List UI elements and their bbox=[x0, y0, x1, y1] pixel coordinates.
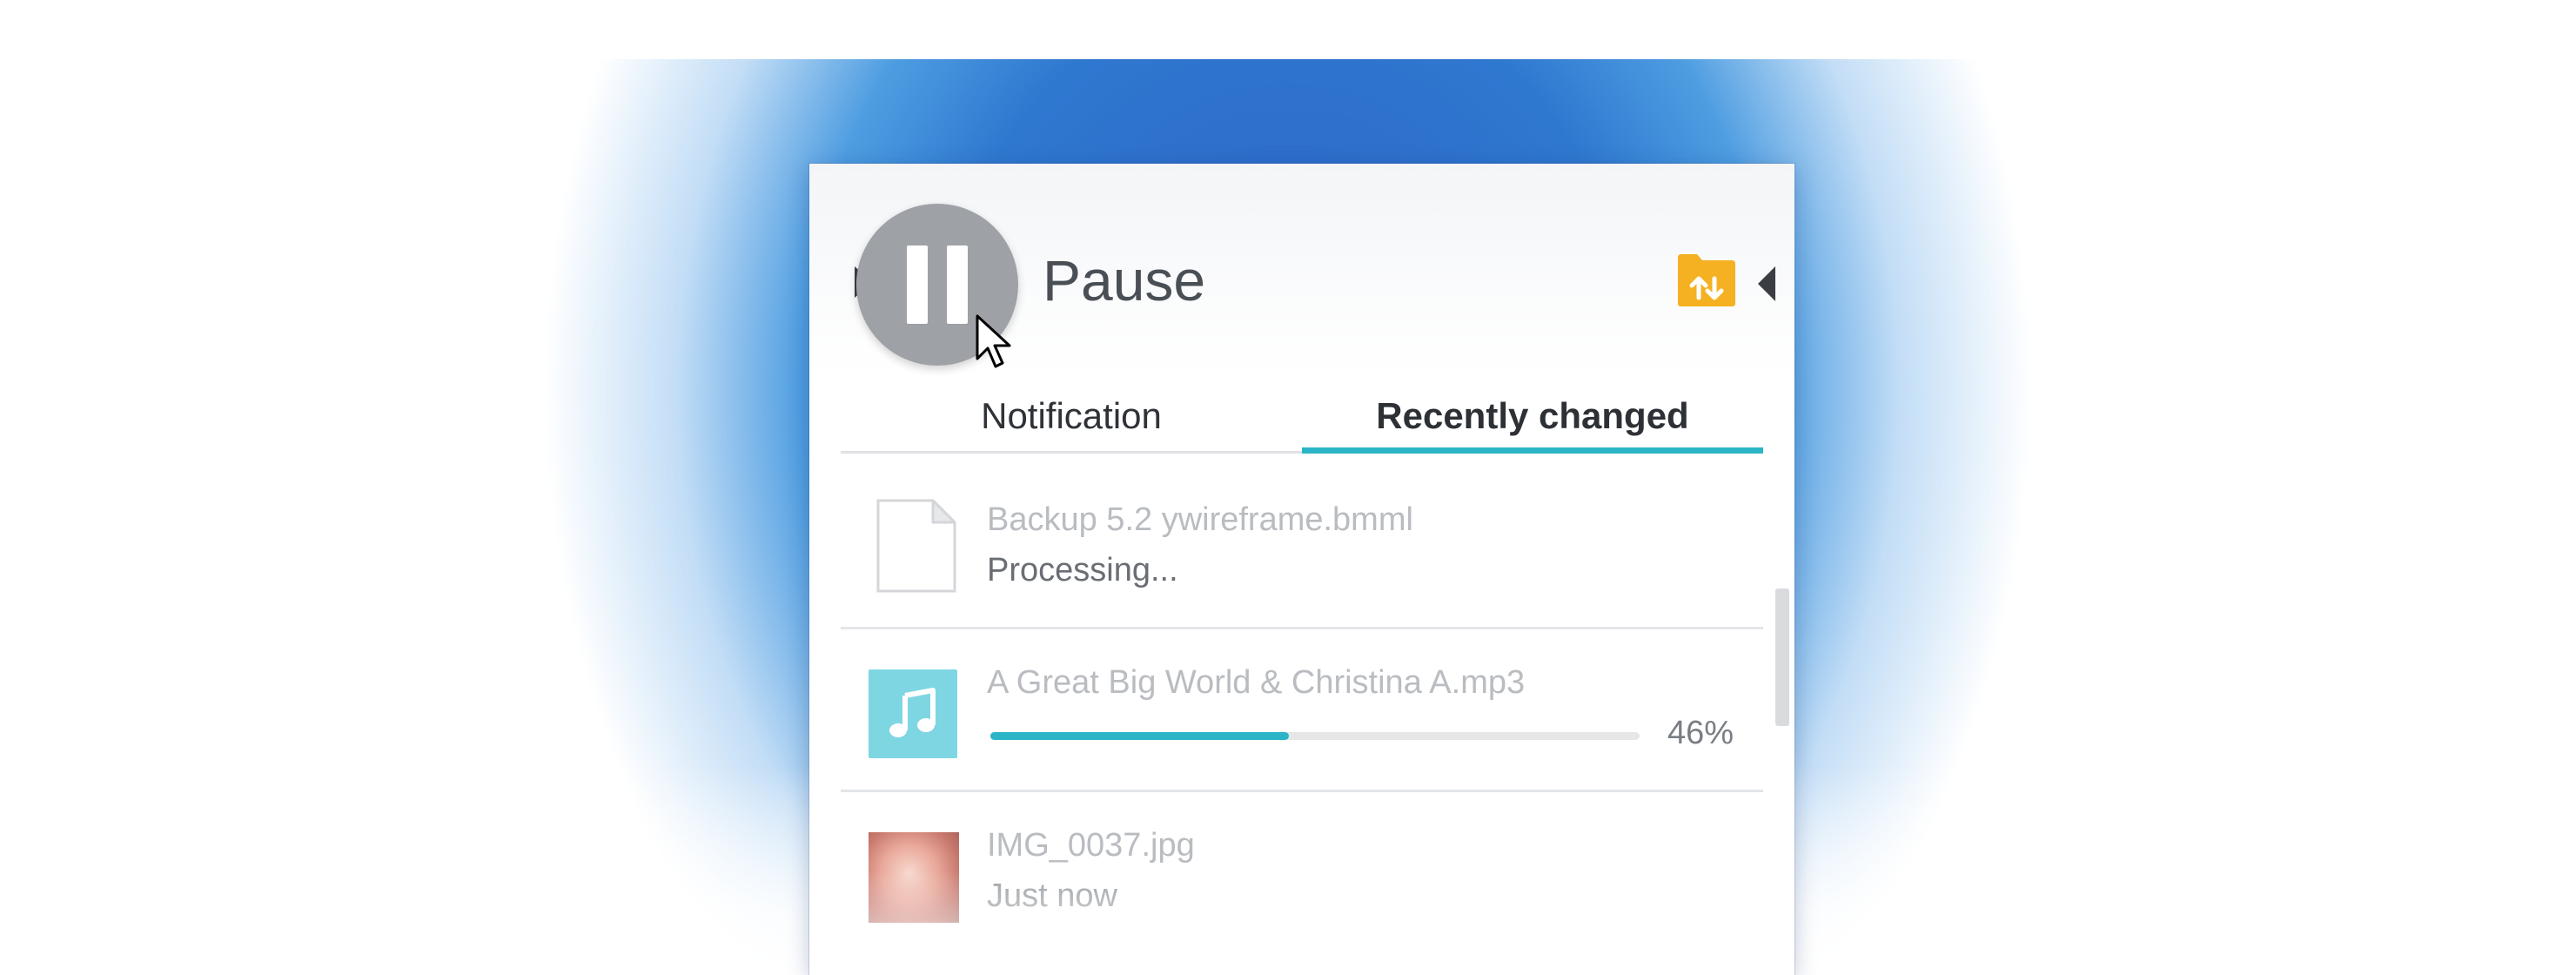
file-name: A Great Big World & Christina A.mp3 bbox=[987, 664, 1526, 701]
mouse-cursor-icon bbox=[976, 314, 1011, 368]
document-icon bbox=[876, 499, 956, 593]
tab-notification[interactable]: Notification bbox=[841, 381, 1302, 451]
file-name: IMG_0037.jpg bbox=[987, 827, 1195, 864]
progress-percent: 46% bbox=[1667, 715, 1734, 751]
panel-right-pointer bbox=[1758, 266, 1775, 301]
pause-icon-bar bbox=[947, 245, 968, 324]
tab-recently-changed[interactable]: Recently changed bbox=[1302, 381, 1763, 454]
panel-header: Pause bbox=[809, 164, 1794, 373]
scrollbar[interactable] bbox=[1775, 588, 1789, 726]
file-status: Just now bbox=[987, 878, 1117, 914]
file-name: Backup 5.2 ywireframe.bmml bbox=[987, 501, 1413, 538]
progress-fill bbox=[990, 732, 1290, 740]
list-item[interactable]: Backup 5.2 ywireframe.bmml Processing... bbox=[841, 467, 1763, 629]
file-status: Processing... bbox=[987, 552, 1178, 588]
progress-bar bbox=[990, 732, 1640, 740]
sync-folder-icon[interactable] bbox=[1676, 251, 1737, 308]
pause-icon bbox=[907, 245, 928, 324]
tab-bar: Notification Recently changed bbox=[841, 381, 1763, 454]
list-item[interactable]: A Great Big World & Christina A.mp3 46% bbox=[841, 629, 1763, 792]
pause-label: Pause bbox=[1043, 248, 1206, 313]
list-item[interactable]: IMG_0037.jpg Just now bbox=[841, 792, 1763, 952]
music-note-icon bbox=[889, 688, 936, 737]
music-file-icon bbox=[869, 669, 957, 758]
image-thumbnail bbox=[869, 832, 959, 923]
sync-panel: Pause Notification Recently changed Back… bbox=[809, 164, 1794, 975]
